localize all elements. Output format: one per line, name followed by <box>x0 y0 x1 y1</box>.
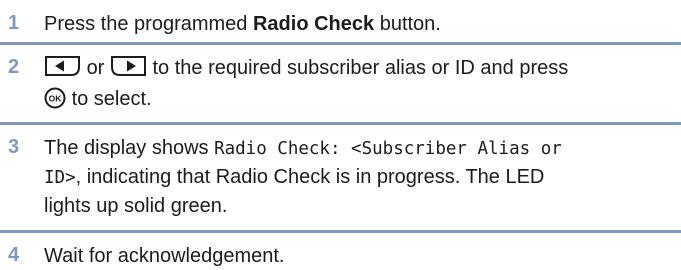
step-2: 2 or to the required subscriber alias or… <box>0 52 681 116</box>
step-4: 4 Wait for acknowledgement. <box>0 240 681 268</box>
step-1: 1 Press the programmed Radio Check butto… <box>0 8 681 36</box>
svg-text:OK: OK <box>49 94 63 104</box>
ok-button-icon: OK <box>44 87 66 117</box>
step-number: 4 <box>8 244 20 266</box>
divider <box>0 42 681 45</box>
step-number: 3 <box>8 136 20 158</box>
right-arrow-key-icon <box>110 55 147 85</box>
step-text: or to the required subscriber alias or I… <box>44 54 674 117</box>
divider <box>0 122 681 125</box>
step-number: 2 <box>8 56 20 78</box>
display-text-continued: ID> <box>44 168 76 188</box>
step-text: Press the programmed Radio Check button. <box>44 13 441 35</box>
radio-check-button-name: Radio Check <box>252 13 375 35</box>
step-3: 3 The display shows Radio Check: <Subscr… <box>0 132 681 224</box>
step-text: The display shows Radio Check: <Subscrib… <box>44 137 562 217</box>
display-text: Radio Check: <Subscriber Alias or <box>214 139 562 159</box>
step-number: 1 <box>8 12 20 34</box>
step-text: Wait for acknowledgement. <box>44 245 285 267</box>
left-arrow-key-icon <box>44 55 81 85</box>
divider <box>0 230 681 233</box>
